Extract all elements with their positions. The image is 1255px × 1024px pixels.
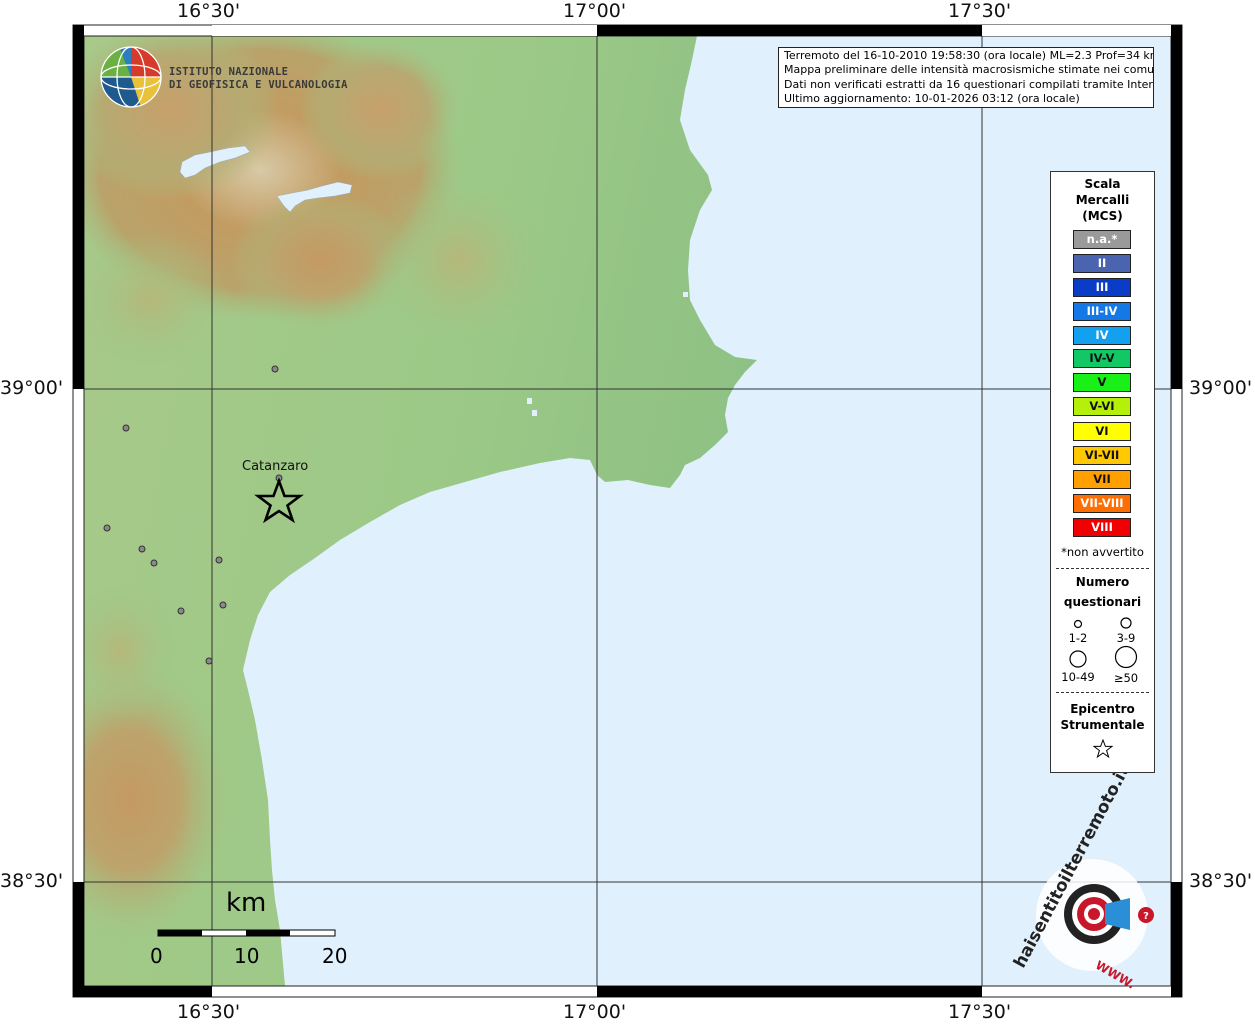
locality-point (271, 365, 279, 373)
top-label-lon-17-30: 17°30' (948, 0, 1012, 22)
questionnaire-title-line1: Numero (1075, 575, 1130, 589)
epicenter-title-line2: Strumentale (1060, 718, 1145, 732)
legend-swatch-vii: VII (1073, 470, 1131, 489)
scale-label-10: 10 (234, 944, 260, 968)
scale-unit: km (226, 888, 267, 918)
legend-swatch-v: V (1073, 373, 1131, 392)
legend-swatch-viii: VIII (1073, 518, 1131, 537)
right-label-lat-39-00: 39°00' (1189, 377, 1253, 399)
legend-swatch-v-vi: V-VI (1073, 397, 1131, 416)
bottom-label-lon-16-30: 16°30' (177, 1001, 241, 1023)
locality-point (122, 424, 130, 432)
left-label-lat-38-30: 38°30' (0, 870, 64, 892)
questionnaire-title-line2: questionari (1063, 595, 1142, 609)
info-line-event: Terremoto del 16-10-2010 19:58:30 (ora l… (784, 49, 1154, 62)
scale-label-20: 20 (322, 944, 348, 968)
legend-note: *non avvertito (1061, 545, 1144, 559)
svg-text:?: ? (1143, 911, 1149, 922)
size-label-1-2: 1-2 (1068, 631, 1088, 645)
locality-point (219, 601, 227, 609)
locality-point (103, 524, 111, 532)
epicenter-title-line1: Epicentro (1070, 702, 1135, 716)
size-label-50: ≥50 (1113, 671, 1139, 685)
legend-panel: Scala Mercalli (MCS) n.a.* II III III-IV… (1050, 171, 1155, 773)
left-label-lat-39-00: 39°00' (0, 377, 64, 399)
legend-swatch-vi-vii: VI-VII (1073, 446, 1131, 465)
logo-text-line1: ISTITUTO NAZIONALE (169, 66, 289, 78)
legend-title-line1: Scala (1084, 177, 1121, 191)
circle-size-3-9 (1120, 617, 1132, 629)
legend-swatch-ii: II (1073, 254, 1131, 273)
bottom-label-lon-17-30: 17°30' (948, 1001, 1012, 1023)
legend-swatch-iv-v: IV-V (1073, 349, 1131, 368)
locality-point (150, 559, 158, 567)
locality-point (205, 657, 213, 665)
scale-bar (157, 929, 336, 937)
legend-swatch-iii-iv: III-IV (1073, 302, 1131, 321)
legend-title-line3: (MCS) (1082, 209, 1123, 223)
info-line-map: Mappa preliminare delle intensità macros… (784, 63, 1154, 77)
circle-size-1-2 (1073, 619, 1083, 629)
scale-label-0: 0 (150, 944, 163, 968)
legend-swatch-iii: III (1073, 278, 1131, 297)
locality-point (138, 545, 146, 553)
size-label-10-49: 10-49 (1061, 670, 1095, 684)
legend-star-icon (1093, 739, 1113, 759)
bottom-label-lon-17-00: 17°00' (563, 1001, 627, 1023)
ingv-logo-icon (100, 46, 162, 108)
locality-point (177, 607, 185, 615)
info-line-data: Dati non verificati estratti da 16 quest… (784, 77, 1154, 91)
right-label-lat-38-30: 38°30' (1189, 870, 1253, 892)
legend-swatch-vii-viii: VII-VIII (1073, 494, 1131, 513)
size-label-3-9: 3-9 (1116, 631, 1136, 645)
top-label-lon-16-30: 16°30' (177, 0, 241, 22)
legend-swatch-na: n.a.* (1073, 230, 1131, 249)
info-line-updated: Ultimo aggiornamento: 10-01-2026 03:12 (… (784, 91, 1080, 105)
event-info-box: Terremoto del 16-10-2010 19:58:30 (ora l… (778, 47, 1154, 108)
top-label-lon-17-00: 17°00' (563, 0, 627, 22)
place-label-catanzaro: Catanzaro (242, 459, 309, 474)
legend-swatch-iv: IV (1073, 326, 1131, 345)
logo-text-line2: DI GEOFISICA E VULCANOLOGIA (169, 79, 348, 91)
locality-point (215, 556, 223, 564)
legend-swatch-vi: VI (1073, 422, 1131, 441)
circle-size-50 (1114, 645, 1138, 669)
circle-size-10-49 (1069, 650, 1087, 668)
legend-title-line2: Mercalli (1075, 193, 1130, 207)
